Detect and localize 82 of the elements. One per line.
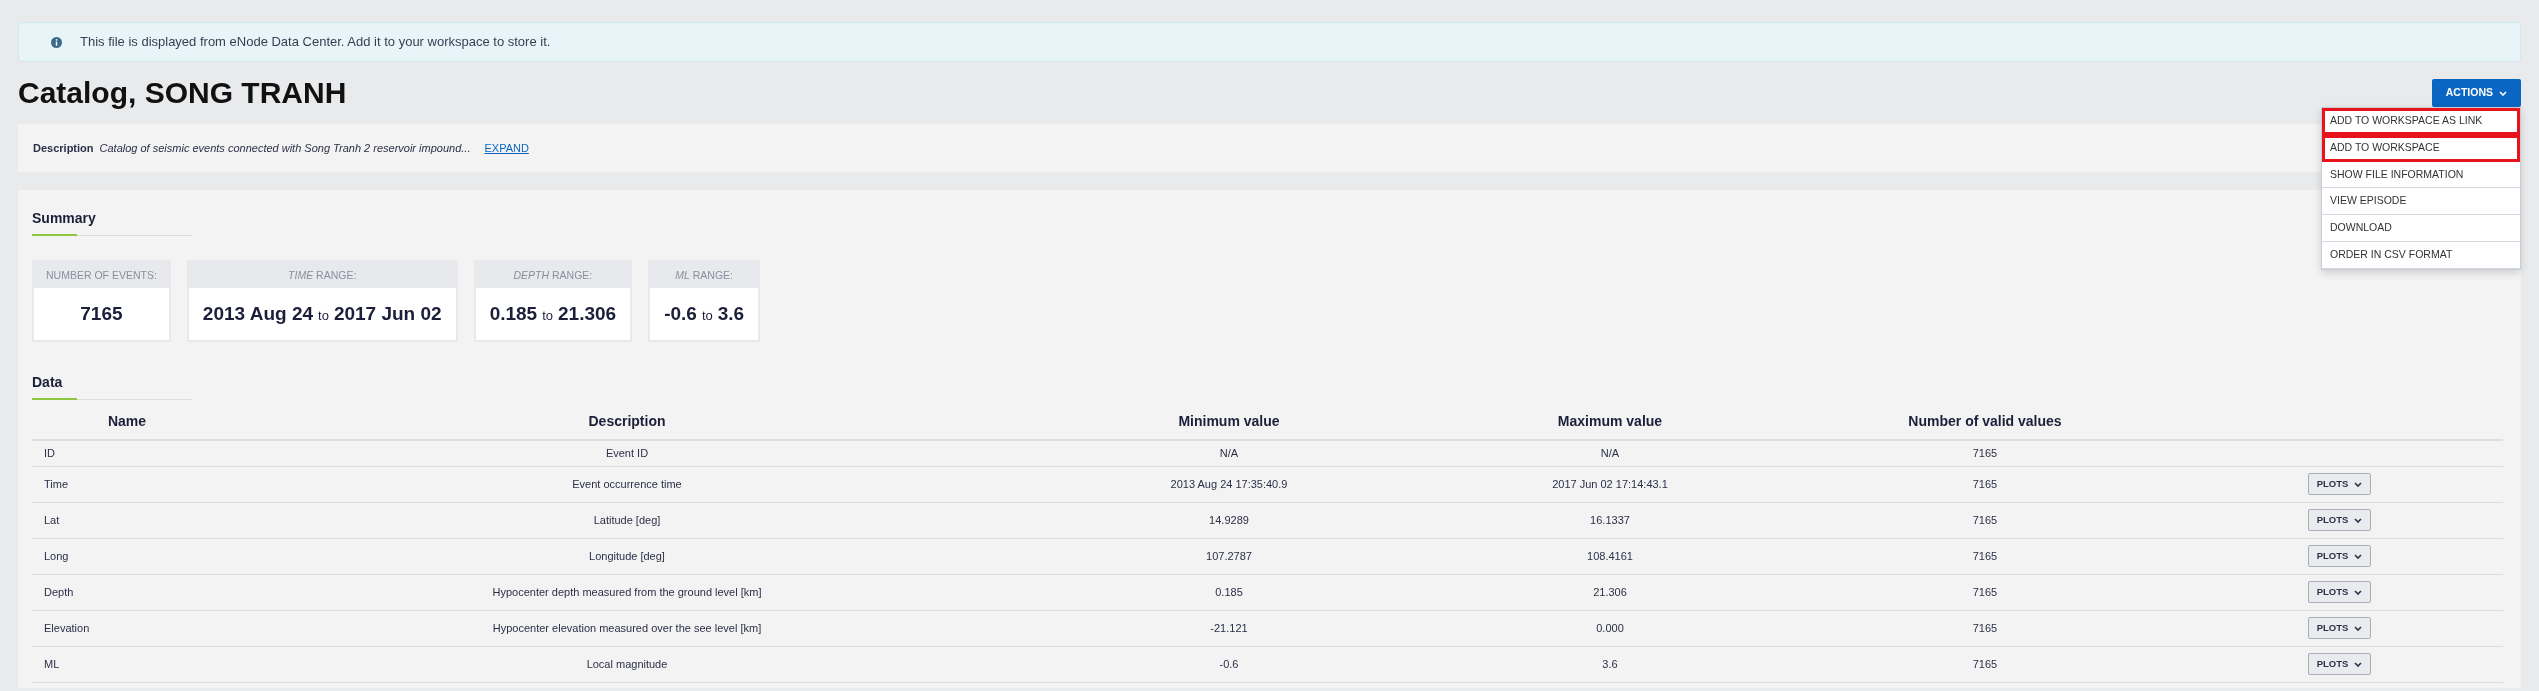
table-cell: ID — [44, 447, 55, 460]
column-header: Description — [222, 404, 1032, 441]
section-heading: Data — [32, 374, 63, 391]
menu-item[interactable]: VIEW EPISODE — [2322, 188, 2520, 216]
table-cell: 3.6 — [1602, 658, 1618, 670]
table-cell: Local magnitude — [586, 658, 668, 670]
table-cell: Hypocenter depth measured from the ground level [km] — [492, 586, 762, 598]
plots-button[interactable]: PLOTS — [2307, 581, 2372, 604]
card-label: NUMBER OF EVENTS: — [34, 262, 169, 288]
column-header: Number of valid values — [1794, 404, 2176, 441]
menu-item[interactable]: SHOW FILE INFORMATION — [2322, 161, 2520, 189]
table-cell: 7165 — [1972, 622, 1998, 634]
range-end: 2017 Jun 02 — [333, 302, 442, 324]
range-joiner: to — [318, 307, 329, 323]
plots-button[interactable]: PLOTS — [2307, 473, 2372, 496]
chevron-down-icon — [2354, 589, 2363, 595]
table-cell: 107.2787 — [1206, 550, 1252, 562]
chevron-down-icon — [2354, 553, 2363, 559]
column-header: Minimum value — [1032, 404, 1426, 441]
range-joiner: to — [701, 307, 713, 323]
menu-item[interactable]: ADD TO WORKSPACE — [2322, 134, 2520, 162]
table-cell: -0.6 — [1219, 658, 1239, 670]
card-label: ML RANGE: — [650, 262, 759, 288]
range-joiner: to — [542, 307, 554, 323]
page-title: Catalog, SONG TRANH — [18, 78, 347, 108]
description-label: Description — [33, 140, 94, 156]
table-cell: 7165 — [1972, 550, 1998, 562]
column-header: Name — [32, 404, 222, 441]
card-label: TIME RANGE: — [188, 262, 456, 288]
range-end: 21.306 — [558, 302, 617, 324]
plots-button[interactable]: PLOTS — [2307, 545, 2372, 568]
chevron-down-icon — [2354, 481, 2363, 487]
chevron-down-icon — [2354, 625, 2363, 631]
table-cell: 7165 — [1972, 478, 1998, 490]
range-start: 0.185 — [489, 302, 538, 324]
card-value: 7165 — [80, 302, 123, 324]
section-heading: Summary — [32, 210, 96, 226]
table-cell: 21.306 — [1593, 586, 1627, 598]
menu-item[interactable]: DOWNLOAD — [2322, 215, 2520, 242]
table-cell: Hypocenter elevation measured over the see level [km] — [492, 622, 762, 634]
table-cell: Time — [44, 478, 69, 490]
table-cell: 7165 — [1972, 658, 1998, 670]
table-cell: Long — [44, 550, 69, 562]
column-header: Maximum value — [1426, 404, 1794, 441]
table-cell: 0.000 — [1596, 622, 1624, 634]
table-cell: Longitude [deg] — [589, 550, 665, 562]
actions-button[interactable]: ACTIONS — [2431, 79, 2521, 107]
table-cell: Elevation — [44, 622, 90, 634]
menu-item[interactable]: ADD TO WORKSPACE AS LINK — [2322, 108, 2520, 135]
plots-button[interactable]: PLOTS — [2307, 617, 2372, 640]
table-cell: Depth — [44, 586, 74, 598]
table-cell: 7165 — [1972, 514, 1998, 526]
range-start: 2013 Aug 24 — [202, 302, 314, 324]
chevron-down-icon — [2354, 517, 2363, 523]
table-cell: 16.1337 — [1590, 514, 1630, 526]
table-cell: 14.9289 — [1209, 514, 1249, 526]
card-label: DEPTH RANGE: — [475, 262, 631, 288]
table-cell: Lat — [44, 514, 60, 526]
plots-button[interactable]: PLOTS — [2307, 509, 2372, 532]
chevron-down-icon — [2354, 661, 2363, 667]
expand-link[interactable]: EXPAND — [484, 139, 529, 157]
table-cell: 108.4161 — [1587, 550, 1633, 562]
table-cell: 2013 Aug 24 17:35:40.9 — [1170, 478, 1288, 490]
range-start: -0.6 — [664, 302, 697, 324]
chevron-down-icon — [2499, 90, 2507, 96]
table-cell: N/A — [1600, 447, 1620, 460]
menu-item[interactable]: ORDER IN CSV FORMAT — [2322, 241, 2520, 269]
table-cell: 2017 Jun 02 17:14:43.1 — [1552, 478, 1668, 490]
table-cell: 0.185 — [1215, 586, 1243, 598]
table-cell: Event occurrence time — [572, 478, 682, 490]
table-cell: 7165 — [1972, 586, 1998, 598]
table-cell: -21.121 — [1210, 622, 1248, 634]
table-cell: 7165 — [1972, 447, 1998, 460]
plots-button[interactable]: PLOTS — [2307, 653, 2372, 676]
alert-message: This file is displayed from eNode Data Center. Add it to your workspace to store it. — [80, 33, 551, 52]
table-cell: Latitude [deg] — [593, 514, 661, 526]
description-text: Catalog of seismic events connected with Song Tranh 2 reservoir impound... — [99, 140, 471, 156]
range-end: 3.6 — [717, 302, 745, 324]
table-cell: ML — [44, 658, 60, 670]
table-cell: N/A — [1219, 447, 1239, 460]
info-icon — [51, 36, 62, 48]
table-cell: Event ID — [605, 447, 649, 460]
